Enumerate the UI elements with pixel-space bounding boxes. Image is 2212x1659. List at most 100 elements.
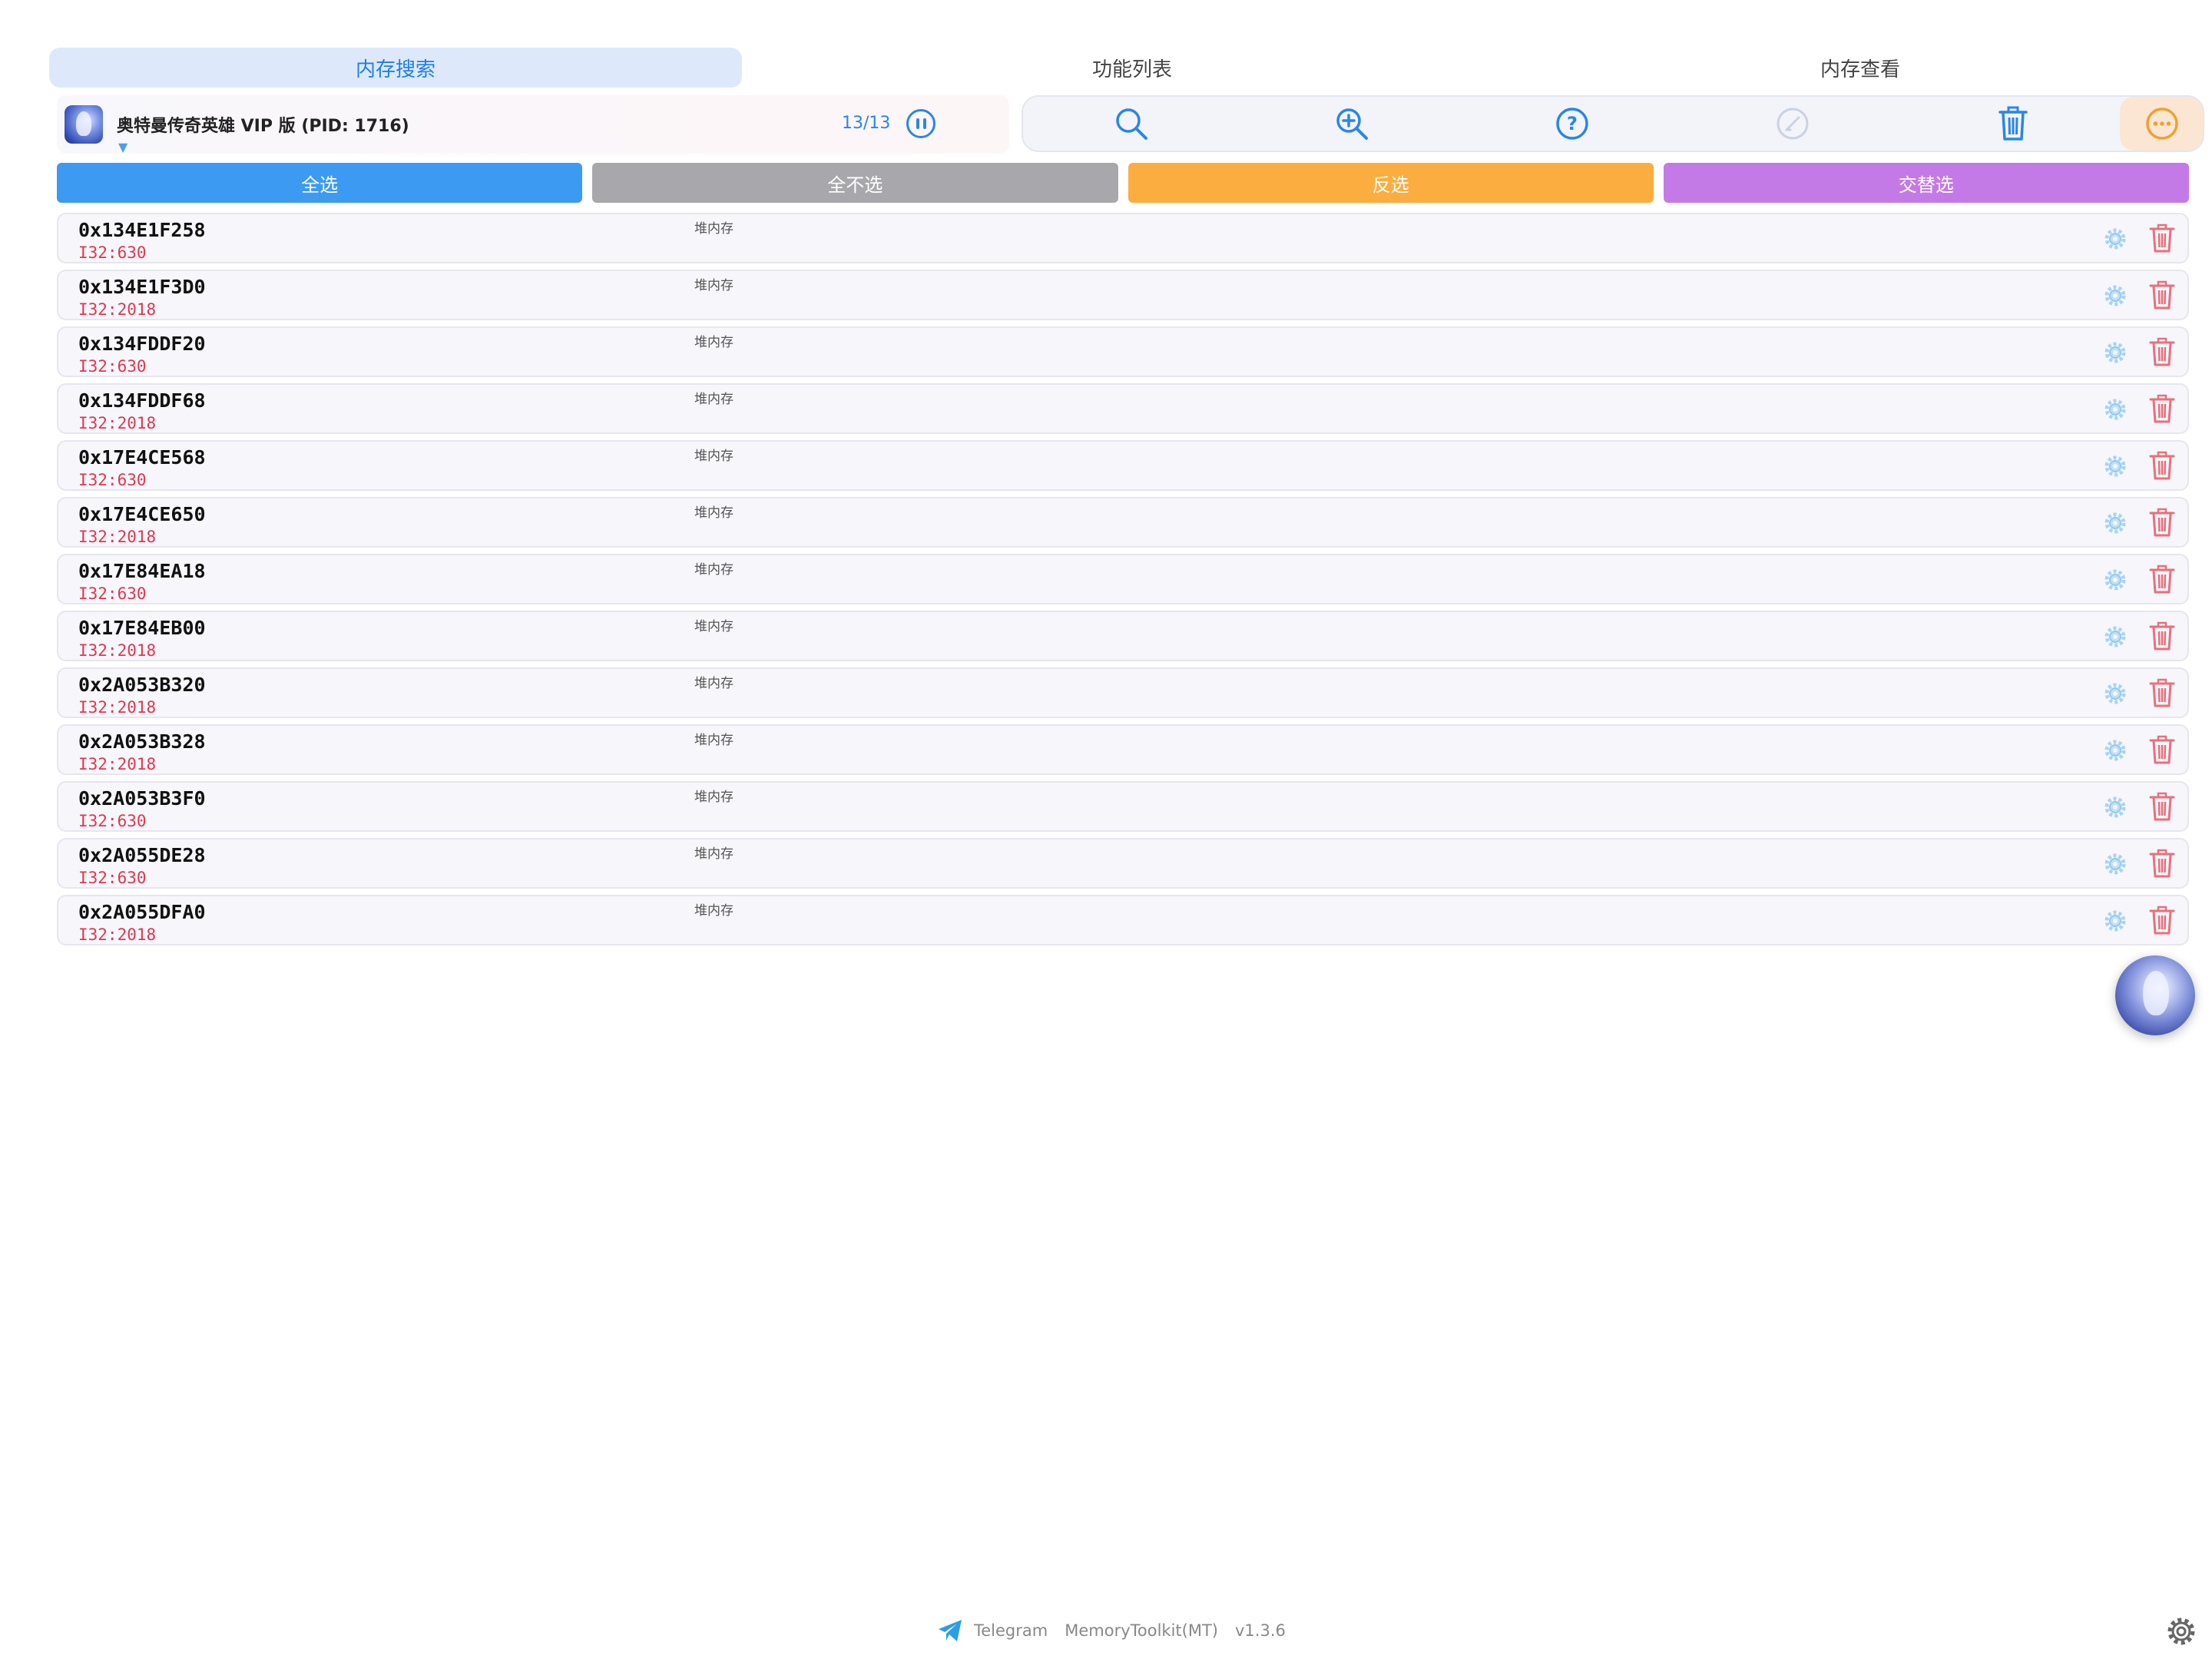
memory-region-label: 堆内存 bbox=[694, 392, 733, 407]
list-item[interactable]: 0x134FDDF20 I32:630 堆内存 bbox=[57, 326, 2189, 377]
select-none-button[interactable]: 全不选 bbox=[592, 163, 1118, 203]
memory-region-label: 堆内存 bbox=[694, 278, 733, 293]
main-tabs: 内存搜索 功能列表 内存查看 bbox=[49, 48, 2200, 88]
delete-icon[interactable] bbox=[2149, 508, 2175, 537]
delete-all-button[interactable] bbox=[1971, 97, 2055, 151]
delete-icon[interactable] bbox=[2149, 394, 2175, 423]
more-icon bbox=[2146, 108, 2178, 140]
gear-icon[interactable] bbox=[2103, 340, 2128, 365]
more-button[interactable] bbox=[2120, 97, 2203, 151]
app-icon bbox=[65, 105, 103, 144]
gear-icon[interactable] bbox=[2103, 681, 2128, 706]
help-button[interactable]: ? bbox=[1530, 97, 1614, 151]
value-label: I32:2018 bbox=[78, 755, 157, 773]
delete-icon[interactable] bbox=[2149, 906, 2175, 935]
gear-icon[interactable] bbox=[2103, 568, 2128, 592]
footer: Telegram MemoryToolkit(MT) v1.3.6 bbox=[937, 1618, 1292, 1644]
gear-icon[interactable] bbox=[2103, 511, 2128, 535]
delete-icon[interactable] bbox=[2149, 337, 2175, 366]
chevron-down-icon[interactable]: ▼ bbox=[118, 140, 127, 154]
value-label: I32:2018 bbox=[78, 698, 157, 717]
delete-icon[interactable] bbox=[2149, 849, 2175, 878]
delete-icon[interactable] bbox=[2149, 621, 2175, 651]
gear-icon[interactable] bbox=[2103, 283, 2128, 308]
value-label: I32:2018 bbox=[78, 641, 157, 660]
list-item[interactable]: 0x17E4CE568 I32:630 堆内存 bbox=[57, 440, 2189, 491]
value-label: I32:630 bbox=[78, 812, 147, 830]
list-item[interactable]: 0x17E4CE650 I32:2018 堆内存 bbox=[57, 497, 2189, 548]
alternate-selection-button[interactable]: 交替选 bbox=[1663, 163, 2189, 203]
memory-region-label: 堆内存 bbox=[694, 221, 733, 237]
address-label: 0x134FDDF20 bbox=[78, 333, 206, 355]
gear-icon[interactable] bbox=[2103, 227, 2128, 251]
edit-button-disabled[interactable] bbox=[1750, 97, 1835, 151]
address-label: 0x17E84EB00 bbox=[78, 617, 206, 639]
address-label: 0x2A053B3F0 bbox=[78, 787, 206, 810]
trash-icon bbox=[1998, 106, 2028, 141]
memory-region-label: 堆内存 bbox=[694, 846, 733, 862]
list-item[interactable]: 0x2A053B3F0 I32:630 堆内存 bbox=[57, 781, 2189, 832]
value-label: I32:630 bbox=[78, 584, 147, 603]
list-item[interactable]: 0x17E84EB00 I32:2018 堆内存 bbox=[57, 611, 2189, 661]
process-selector[interactable]: 奥特曼传奇英雄 VIP 版 (PID: 1716) ▼ 13/13 bbox=[57, 95, 1009, 154]
search-button[interactable] bbox=[1089, 97, 1174, 151]
memory-region-label: 堆内存 bbox=[694, 790, 733, 805]
list-item[interactable]: 0x2A055DE28 I32:630 堆内存 bbox=[57, 838, 2189, 889]
gear-icon[interactable] bbox=[2103, 738, 2128, 763]
address-label: 0x17E4CE568 bbox=[78, 446, 206, 469]
select-all-button[interactable]: 全选 bbox=[57, 163, 583, 203]
app-name-label: MemoryToolkit(MT) bbox=[1065, 1621, 1218, 1640]
disabled-edit-icon bbox=[1777, 108, 1809, 140]
address-label: 0x134FDDF68 bbox=[78, 389, 206, 412]
address-label: 0x134E1F258 bbox=[78, 219, 206, 241]
settings-gear-icon[interactable] bbox=[2164, 1614, 2198, 1648]
delete-icon[interactable] bbox=[2149, 735, 2175, 764]
address-label: 0x2A055DE28 bbox=[78, 844, 206, 866]
refine-search-button[interactable] bbox=[1310, 97, 1394, 151]
gear-icon[interactable] bbox=[2103, 909, 2128, 933]
list-item[interactable]: 0x134E1F258 I32:630 堆内存 bbox=[57, 213, 2189, 263]
delete-icon[interactable] bbox=[2149, 224, 2175, 253]
tab-memory-view[interactable]: 内存查看 bbox=[1522, 48, 2198, 88]
delete-icon[interactable] bbox=[2149, 451, 2175, 480]
result-count: 13/13 bbox=[842, 114, 891, 133]
tab-memory-search[interactable]: 内存搜索 bbox=[49, 48, 742, 88]
invert-selection-button[interactable]: 反选 bbox=[1128, 163, 1654, 203]
list-item[interactable]: 0x134E1F3D0 I32:2018 堆内存 bbox=[57, 270, 2189, 320]
address-label: 0x134E1F3D0 bbox=[78, 276, 206, 298]
list-item[interactable]: 0x2A053B320 I32:2018 堆内存 bbox=[57, 667, 2189, 718]
value-label: I32:630 bbox=[78, 471, 147, 489]
zoom-in-icon bbox=[1336, 108, 1368, 140]
delete-icon[interactable] bbox=[2149, 565, 2175, 594]
value-label: I32:630 bbox=[78, 243, 147, 262]
svg-text:?: ? bbox=[1567, 113, 1578, 134]
memory-region-label: 堆内存 bbox=[694, 619, 733, 634]
gear-icon[interactable] bbox=[2103, 624, 2128, 649]
pause-button[interactable] bbox=[906, 109, 935, 138]
value-label: I32:630 bbox=[78, 869, 147, 887]
delete-icon[interactable] bbox=[2149, 678, 2175, 707]
toolbar: ? bbox=[1022, 95, 2204, 152]
telegram-icon[interactable] bbox=[937, 1618, 963, 1643]
address-label: 0x2A053B328 bbox=[78, 730, 206, 753]
list-item[interactable]: 0x2A053B328 I32:2018 堆内存 bbox=[57, 724, 2189, 775]
gear-icon[interactable] bbox=[2103, 454, 2128, 478]
address-label: 0x2A053B320 bbox=[78, 674, 206, 696]
tab-function-list[interactable]: 功能列表 bbox=[742, 48, 1522, 88]
gear-icon[interactable] bbox=[2103, 852, 2128, 876]
value-label: I32:2018 bbox=[78, 926, 157, 944]
value-label: I32:2018 bbox=[78, 300, 157, 319]
telegram-link[interactable]: Telegram bbox=[974, 1621, 1048, 1640]
delete-icon[interactable] bbox=[2149, 792, 2175, 821]
version-label: v1.3.6 bbox=[1235, 1621, 1286, 1640]
list-item[interactable]: 0x134FDDF68 I32:2018 堆内存 bbox=[57, 383, 2189, 434]
gear-icon[interactable] bbox=[2103, 795, 2128, 820]
list-item[interactable]: 0x2A055DFA0 I32:2018 堆内存 bbox=[57, 895, 2189, 945]
gear-icon[interactable] bbox=[2103, 397, 2128, 422]
value-label: I32:630 bbox=[78, 357, 147, 376]
delete-icon[interactable] bbox=[2149, 280, 2175, 310]
list-item[interactable]: 0x17E84EA18 I32:630 堆内存 bbox=[57, 554, 2189, 604]
floating-window-avatar[interactable] bbox=[2115, 955, 2195, 1035]
value-label: I32:2018 bbox=[78, 414, 157, 432]
memory-region-label: 堆内存 bbox=[694, 733, 733, 748]
